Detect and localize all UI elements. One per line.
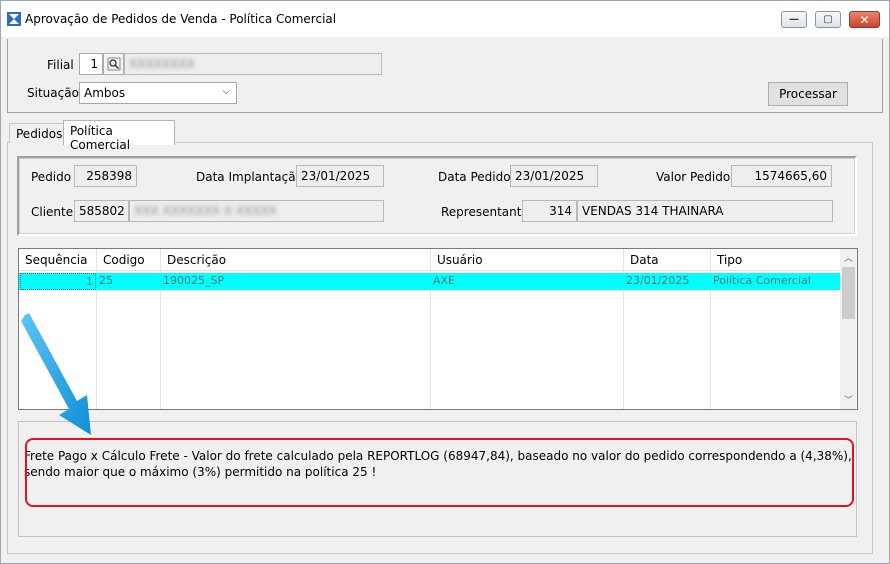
close-button[interactable]: ✕ <box>849 11 880 28</box>
representante-name-field: VENDAS 314 THAINARA <box>577 200 833 222</box>
data-pedido-label: Data Pedido <box>438 170 511 184</box>
cliente-name-field: XXX XXXXXXX X XXXXX <box>129 200 384 222</box>
data-pedido-field: 23/01/2025 <box>510 165 598 187</box>
lookup-search-icon <box>107 57 120 71</box>
arrow-annotation-icon <box>21 313 91 435</box>
col-header-descricao[interactable]: Descrição <box>161 249 431 271</box>
maximize-button[interactable]: ▢ <box>815 11 841 28</box>
title-bar: Aprovação de Pedidos de Venda - Política… <box>1 1 889 37</box>
grid-vertical-scrollbar[interactable]: ︿ ﹀ <box>840 249 857 409</box>
policy-grid[interactable]: Sequência Codigo Descrição Usuário Data … <box>18 248 858 410</box>
data-implantacao-label: Data Implantação <box>196 170 303 184</box>
grid-header: Sequência Codigo Descrição Usuário Data … <box>19 249 839 271</box>
window-title: Aprovação de Pedidos de Venda - Política… <box>25 12 337 26</box>
cell-data[interactable]: 23/01/2025 <box>624 273 711 290</box>
grid-col-divider <box>97 271 161 409</box>
scroll-down-icon[interactable]: ﹀ <box>840 391 857 408</box>
representante-code-field: 314 <box>522 200 577 222</box>
maximize-icon: ▢ <box>823 14 833 25</box>
col-header-tipo[interactable]: Tipo <box>711 249 840 271</box>
filial-input[interactable]: 1 <box>79 53 103 75</box>
cell-tipo[interactable]: Política Comercial <box>711 273 840 290</box>
situacao-label: Situação <box>27 86 79 100</box>
scroll-up-icon[interactable]: ︿ <box>840 249 857 266</box>
situacao-value: Ambos <box>84 86 126 100</box>
grid-col-divider <box>161 271 431 409</box>
highlight-box-annotation <box>25 438 854 507</box>
valor-pedido-label: Valor Pedido <box>656 170 731 184</box>
col-header-data[interactable]: Data <box>624 249 711 271</box>
processar-button[interactable]: Processar <box>768 82 848 106</box>
situacao-select[interactable]: Ambos ⌵ <box>79 82 237 104</box>
filial-label: Filial <box>47 58 74 72</box>
filial-lookup-button[interactable] <box>103 53 124 75</box>
minimize-button[interactable]: — <box>781 11 807 28</box>
valor-pedido-field: 1574665,60 <box>731 165 832 187</box>
table-row[interactable]: 1 25 190025_SP AXE 23/01/2025 Política C… <box>19 273 840 290</box>
grid-col-divider <box>431 271 624 409</box>
chevron-down-icon: ⌵ <box>222 86 230 97</box>
representante-label: Representante <box>441 205 529 219</box>
cell-usuario[interactable]: AXE <box>431 273 624 290</box>
cell-sequencia[interactable]: 1 <box>20 273 96 290</box>
app-window: Aprovação de Pedidos de Venda - Política… <box>0 0 890 564</box>
col-header-sequencia[interactable]: Sequência <box>19 249 97 271</box>
filial-name-redacted: XXXXXXXX <box>129 57 195 71</box>
cliente-label: Cliente <box>31 205 74 219</box>
pedido-field: 258398 <box>74 165 137 187</box>
cliente-name-redacted: XXX XXXXXXX X XXXXX <box>134 204 277 218</box>
close-icon: ✕ <box>859 12 870 27</box>
col-header-usuario[interactable]: Usuário <box>431 249 624 271</box>
scroll-thumb[interactable] <box>842 267 855 319</box>
tab-politica-comercial[interactable]: Política Comercial <box>63 120 175 152</box>
col-header-codigo[interactable]: Codigo <box>97 249 161 271</box>
cliente-code-field: 585802 <box>74 200 129 222</box>
pedido-label: Pedido <box>31 170 72 184</box>
tab-pedidos[interactable]: Pedidos <box>9 123 65 143</box>
filial-name-field: XXXXXXXX <box>124 53 382 75</box>
minimize-icon: — <box>789 14 799 25</box>
cell-descricao[interactable]: 190025_SP <box>161 273 431 290</box>
grid-col-divider <box>624 271 711 409</box>
data-implantacao-field: 23/01/2025 <box>296 165 384 187</box>
cell-codigo[interactable]: 25 <box>97 273 161 290</box>
app-logo-icon <box>7 12 21 26</box>
